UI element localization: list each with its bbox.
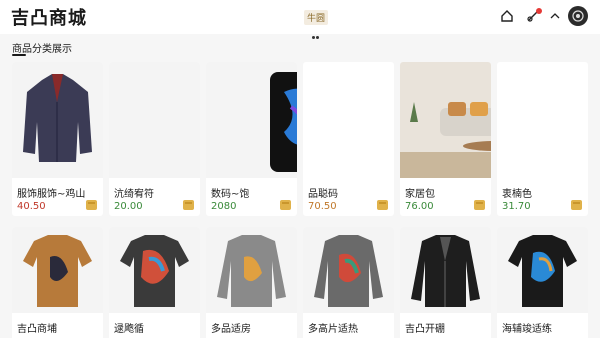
product-name: 数码~饱 — [211, 189, 250, 200]
product-card[interactable]: 品聪码 70.50 — [303, 62, 394, 216]
product-name: 家居包 — [405, 189, 435, 200]
product-price: 31.70 — [502, 201, 531, 212]
product-name: 海辅竣适练 — [502, 324, 552, 335]
more-dots-icon[interactable] — [312, 24, 320, 39]
product-card[interactable]: 多高片适热 — [303, 227, 394, 338]
leather-jacket-image — [400, 227, 491, 313]
sweater-image — [206, 227, 297, 313]
link-icon[interactable] — [524, 7, 542, 25]
product-name: 品聪码 — [308, 189, 338, 200]
cart-icon[interactable] — [571, 200, 582, 210]
product-card[interactable]: 数码~饱 2080 — [206, 62, 297, 216]
sweater-image — [303, 227, 394, 313]
product-name: 吉凸商埔 — [17, 324, 57, 335]
avatar[interactable] — [568, 6, 588, 26]
product-name: 多品适房 — [211, 324, 251, 335]
product-name: 沆绮宥符 — [114, 189, 154, 200]
product-name: 吉凸开硼 — [405, 324, 445, 335]
product-card[interactable]: 家居包 76.00 — [400, 62, 491, 216]
product-card[interactable]: 服饰服饰~鸡山 40.50 — [12, 62, 103, 216]
product-price: 70.50 — [308, 201, 337, 212]
product-card[interactable]: 衷楠色 31.70 — [497, 62, 588, 216]
product-price: 20.00 — [114, 201, 143, 212]
cart-icon[interactable] — [280, 200, 291, 210]
app-header: 吉凸商城 牛圆 — [0, 0, 600, 39]
phone-image — [206, 62, 297, 178]
phone-image — [303, 62, 394, 178]
cart-icon[interactable] — [86, 200, 97, 210]
tshirt-image — [497, 227, 588, 313]
app-title: 吉凸商城 — [11, 8, 87, 29]
product-price: 2080 — [211, 201, 237, 212]
section-title: 商品分类展示 — [12, 44, 72, 55]
product-card[interactable]: 吉凸商埔 — [12, 227, 103, 338]
section-underline — [12, 54, 26, 56]
jacket-image — [12, 62, 103, 178]
center-tag[interactable]: 牛圆 — [304, 10, 329, 25]
chevron-up-icon[interactable] — [546, 7, 564, 25]
living-room-image — [400, 62, 491, 178]
product-card[interactable]: 吉凸开硼 — [400, 227, 491, 338]
product-card[interactable]: 沆绮宥符 20.00 — [109, 62, 200, 216]
product-card[interactable]: 多品适房 — [206, 227, 297, 338]
cart-icon[interactable] — [377, 200, 388, 210]
product-name: 服饰服饰~鸡山 — [17, 189, 86, 200]
product-price: 76.00 — [405, 201, 434, 212]
product-name: 衷楠色 — [502, 189, 532, 200]
cart-icon[interactable] — [183, 200, 194, 210]
living-room-image — [497, 62, 588, 178]
product-price: 40.50 — [17, 201, 46, 212]
jacket-image — [109, 62, 200, 178]
tshirt-image — [109, 227, 200, 313]
product-name: 逯飑循 — [114, 324, 144, 335]
cart-icon[interactable] — [474, 200, 485, 210]
home-icon[interactable] — [498, 7, 516, 25]
tshirt-image — [12, 227, 103, 313]
product-name: 多高片适热 — [308, 324, 358, 335]
product-card[interactable]: 逯飑循 — [109, 227, 200, 338]
product-card[interactable]: 海辅竣适练 — [497, 227, 588, 338]
notification-badge — [536, 8, 542, 14]
